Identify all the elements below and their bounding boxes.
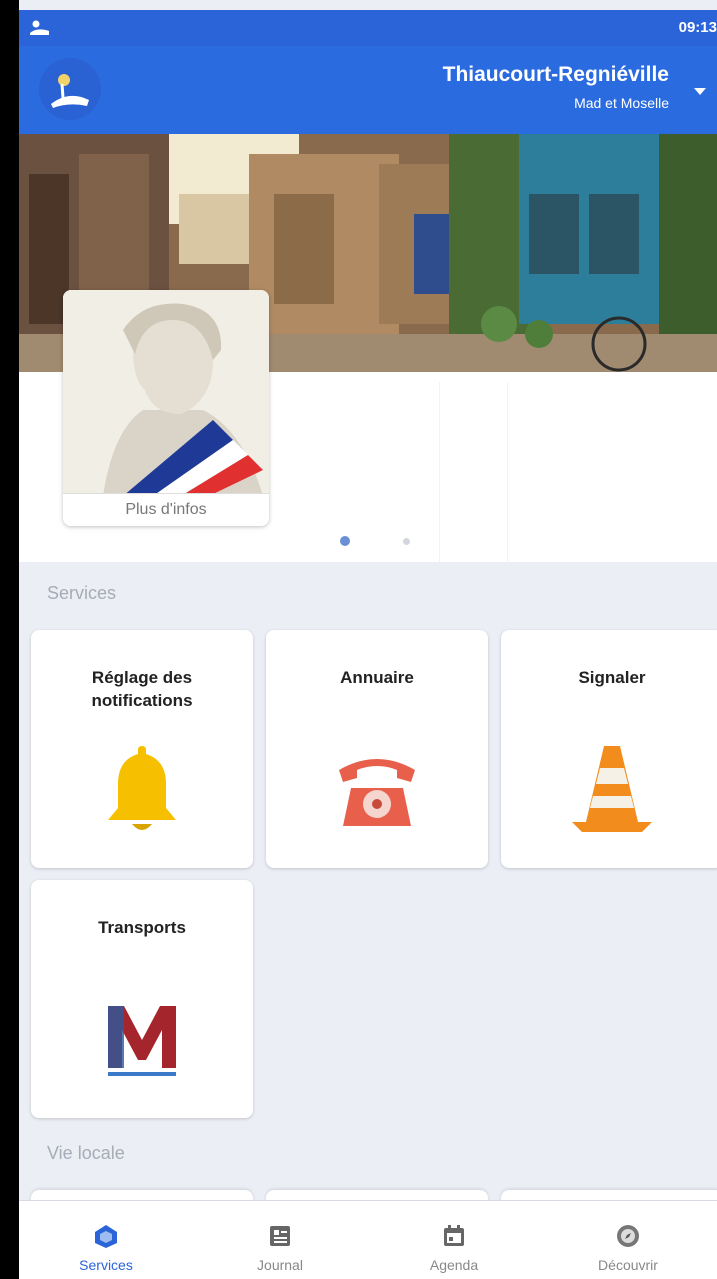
nav-label: Journal <box>257 1257 303 1273</box>
service-tile-notifications[interactable]: Réglage des notifications <box>31 630 253 868</box>
nav-agenda[interactable]: Agenda <box>367 1201 541 1279</box>
nav-label: Découvrir <box>598 1257 658 1273</box>
carousel-dot[interactable] <box>403 538 410 545</box>
region-name: Mad et Moselle <box>574 95 669 111</box>
service-tile-transports[interactable]: Transports <box>31 880 253 1118</box>
bottom-navigation: Services Journal Agenda Découvrir <box>19 1200 717 1279</box>
service-label: Transports <box>98 918 186 937</box>
service-label: Réglage des notifications <box>91 668 193 710</box>
telephone-icon <box>339 759 415 826</box>
nav-label: Agenda <box>429 1257 479 1273</box>
service-tile-directory[interactable]: Annuaire <box>266 630 488 868</box>
clock: 09:13 <box>678 19 717 36</box>
marianne-image <box>63 290 269 496</box>
bell-icon <box>108 746 176 830</box>
nav-journal[interactable]: Journal <box>193 1201 367 1279</box>
more-info-link[interactable]: Plus d'infos <box>63 493 269 526</box>
service-label: Annuaire <box>340 668 414 687</box>
app-logo-icon[interactable] <box>39 58 101 120</box>
nav-discover[interactable]: Découvrir <box>541 1201 715 1279</box>
service-tile-report[interactable]: Signaler <box>501 630 717 868</box>
carousel-card[interactable]: Plus d'infos <box>63 290 269 526</box>
nav-label: Services <box>79 1257 133 1273</box>
transport-logo-icon <box>100 998 184 1082</box>
nav-services[interactable]: Services <box>19 1201 193 1279</box>
service-label: Signaler <box>578 668 646 687</box>
app-header: Thiaucourt-Regniéville Mad et Moselle <box>19 46 717 134</box>
app-screen: 09:13 Thiaucourt-Regniéville Mad et Mose… <box>19 0 717 1279</box>
compass-icon <box>617 1225 639 1247</box>
section-title-local-life: Vie locale <box>47 1143 125 1163</box>
services-icon <box>95 1225 117 1248</box>
newspaper-icon <box>270 1226 290 1246</box>
chevron-down-icon[interactable] <box>689 80 711 102</box>
section-title-services: Services <box>47 583 117 603</box>
carousel-dot-active[interactable] <box>340 536 350 546</box>
traffic-cone-icon <box>572 746 652 832</box>
app-notification-icon <box>30 20 49 35</box>
calendar-icon <box>444 1225 464 1246</box>
status-bar: 09:13 <box>19 10 717 46</box>
city-name[interactable]: Thiaucourt-Regniéville <box>443 63 669 87</box>
